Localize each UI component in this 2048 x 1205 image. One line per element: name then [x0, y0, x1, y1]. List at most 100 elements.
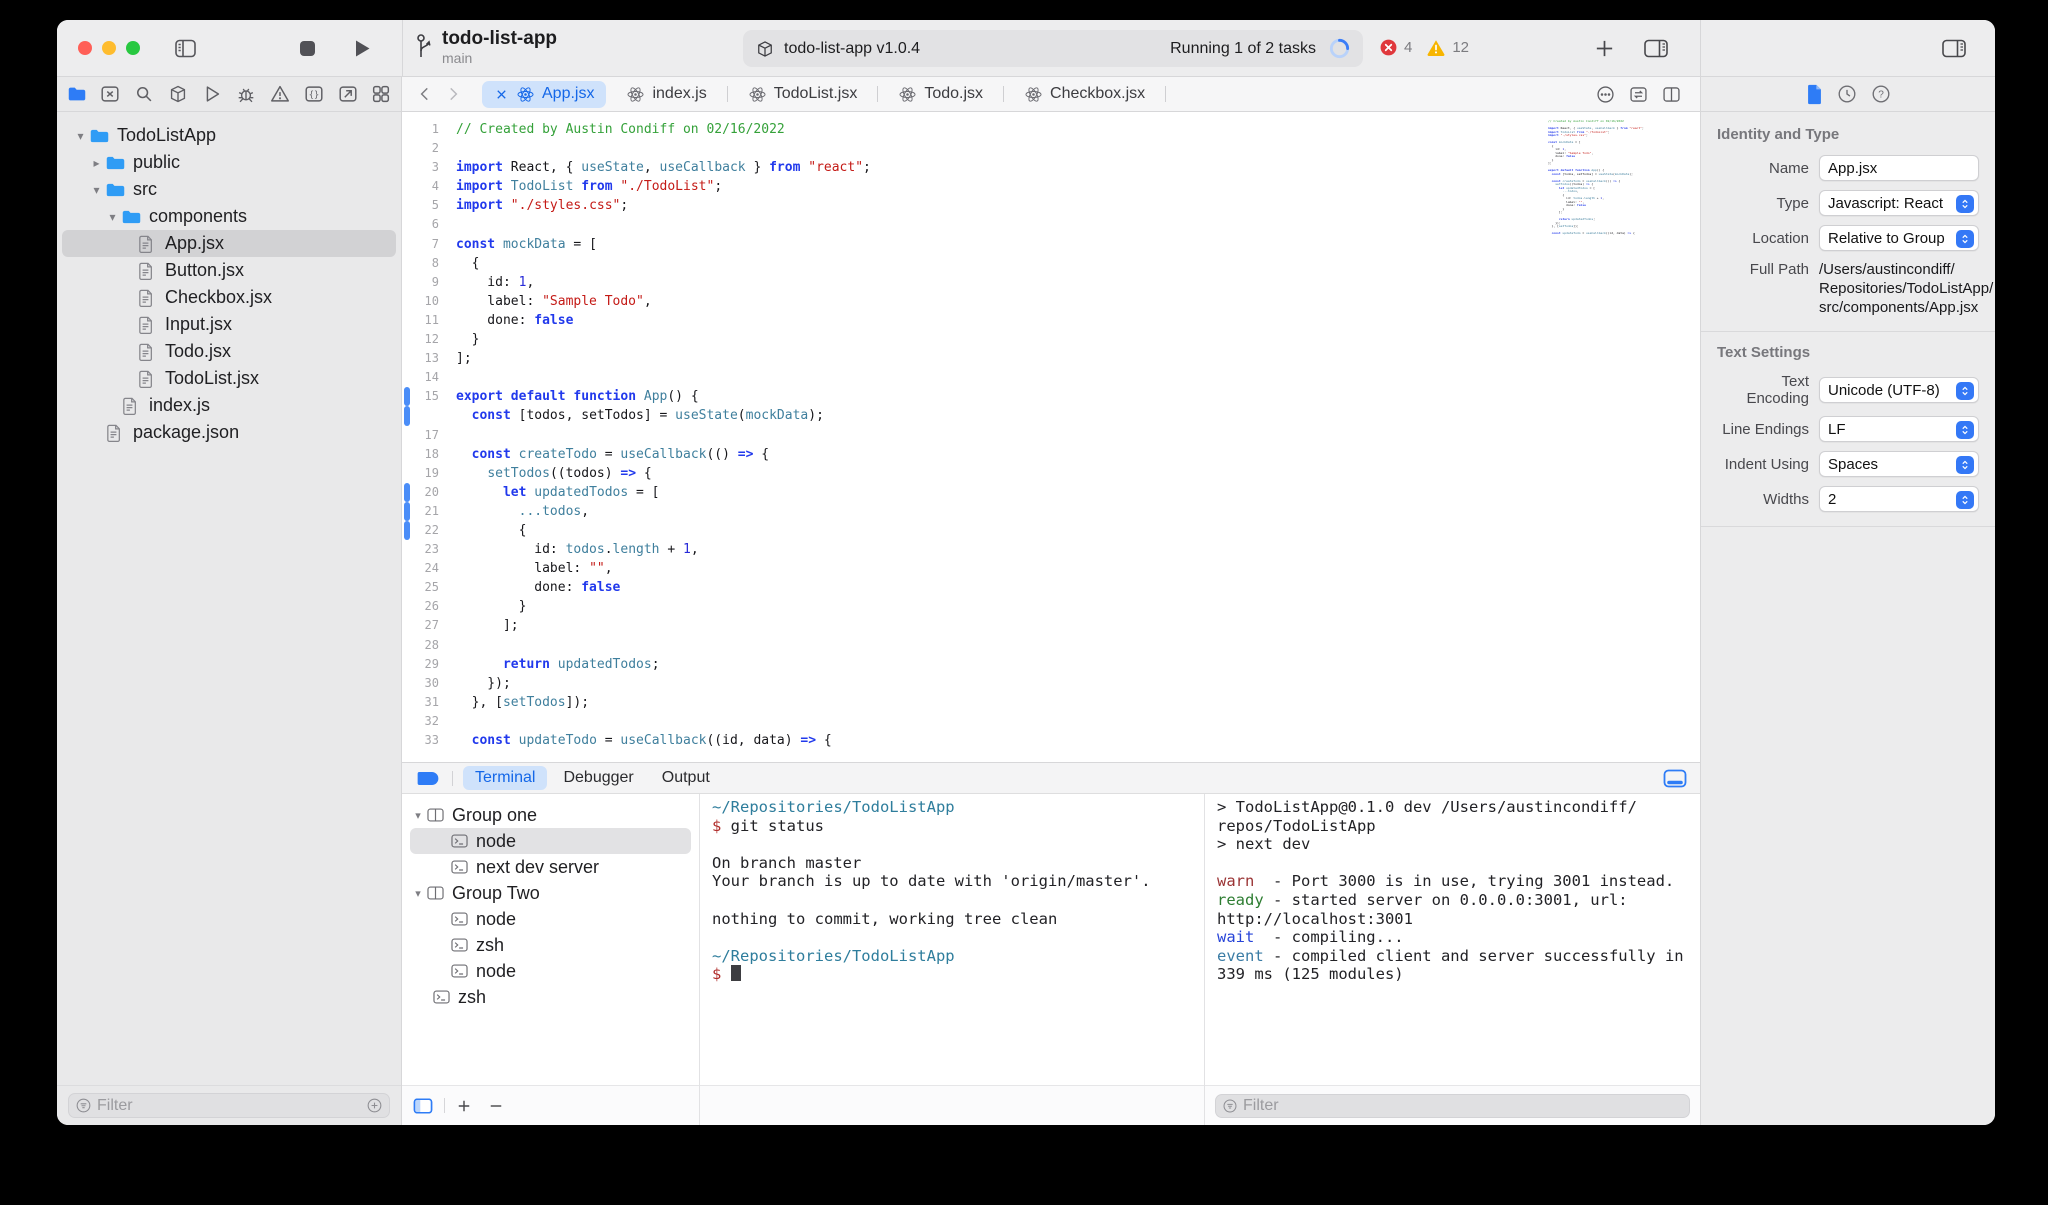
history-inspector-icon[interactable] — [1836, 83, 1858, 105]
add-terminal-icon[interactable] — [455, 1097, 473, 1115]
add-editor-icon[interactable] — [1593, 37, 1616, 60]
terminal-session-zsh[interactable]: zsh — [410, 932, 691, 958]
token: [todos, setTodos] = — [510, 408, 676, 424]
chevron-down-icon[interactable]: ▾ — [88, 183, 105, 197]
tab-checkbox.jsx[interactable]: Checkbox.jsx — [1008, 81, 1161, 108]
location-dropdown[interactable]: Relative to Group — [1819, 225, 1979, 251]
package-navigator-icon[interactable] — [167, 83, 190, 106]
chevron-down-icon[interactable]: ▾ — [410, 809, 426, 822]
widths-stepper[interactable]: 2 — [1819, 486, 1979, 512]
project-navigator-icon[interactable] — [65, 83, 88, 106]
more-options-icon[interactable] — [1595, 84, 1616, 105]
terminal-mid-footer — [700, 1085, 1204, 1125]
code-text: const mockData = [ — [448, 235, 597, 254]
chevron-down-icon[interactable]: ▾ — [104, 210, 121, 224]
terminal-session-node[interactable]: node — [410, 906, 691, 932]
code-text: done: false — [448, 578, 620, 597]
tab-app.jsx[interactable]: App.jsx — [482, 80, 607, 108]
terminal-session-next-dev-server[interactable]: next dev server — [410, 854, 691, 880]
encoding-dropdown[interactable]: Unicode (UTF-8) — [1819, 377, 1979, 403]
terminal-filter-input[interactable] — [1243, 1096, 1683, 1115]
maximize-panel-icon[interactable] — [1662, 768, 1688, 789]
symbols-icon[interactable]: {} — [302, 83, 325, 106]
navigate-forward-icon[interactable] — [444, 85, 462, 103]
close-window-button[interactable] — [78, 41, 92, 55]
source-control-icon[interactable] — [99, 83, 122, 106]
swap-editor-icon[interactable] — [1628, 84, 1649, 105]
code-text: import TodoList from "./TodoList"; — [448, 177, 722, 196]
tab-todolist.jsx[interactable]: TodoList.jsx — [732, 81, 874, 108]
utility-tab-terminal[interactable]: Terminal — [463, 766, 548, 790]
toggle-inspector-icon[interactable] — [1941, 38, 1967, 59]
reports-icon[interactable] — [336, 83, 359, 106]
file-tree-item[interactable]: index.js — [62, 392, 396, 419]
chevron-down-icon[interactable]: ▾ — [72, 129, 89, 143]
file-tree-item[interactable]: Checkbox.jsx — [62, 284, 396, 311]
file-tree-item[interactable]: Input.jsx — [62, 311, 396, 338]
toggle-session-list-icon[interactable] — [412, 1097, 434, 1115]
utility-tab-output[interactable]: Output — [650, 766, 722, 790]
minimize-window-button[interactable] — [102, 41, 116, 55]
file-tree-item[interactable]: Todo.jsx — [62, 338, 396, 365]
file-tree-item[interactable]: ▾ TodoListApp — [62, 122, 396, 149]
add-filter-icon[interactable] — [366, 1097, 383, 1114]
token: , — [690, 542, 699, 558]
split-editor-icon[interactable] — [1661, 84, 1682, 105]
file-tree-item[interactable]: package.json — [62, 419, 396, 446]
code-line: 19 setTodos((todos) => { — [402, 464, 1700, 483]
issues-icon[interactable] — [268, 83, 291, 106]
status-bar[interactable]: todo-list-app v1.0.4 Running 1 of 2 task… — [743, 30, 1363, 67]
drawer-tag-icon[interactable] — [414, 769, 442, 788]
session-label: zsh — [476, 934, 505, 955]
file-tree-item[interactable]: App.jsx — [62, 230, 396, 257]
type-dropdown[interactable]: Javascript: React — [1819, 190, 1979, 216]
tab-todo.jsx[interactable]: Todo.jsx — [882, 81, 999, 108]
name-field[interactable]: App.jsx — [1819, 155, 1979, 181]
code-editor[interactable]: 1 // Created by Austin Condiff on 02/16/2… — [402, 112, 1700, 762]
terminal-token: nothing to commit, working tree clean — [712, 909, 1058, 928]
utility-tab-debugger[interactable]: Debugger — [551, 766, 645, 790]
zoom-window-button[interactable] — [126, 41, 140, 55]
stop-button[interactable] — [299, 40, 316, 57]
terminal-session-node[interactable]: node — [410, 828, 691, 854]
remove-terminal-icon[interactable] — [487, 1097, 505, 1115]
file-icon — [105, 423, 131, 443]
help-inspector-icon[interactable]: ? — [1870, 83, 1892, 105]
run-navigator-icon[interactable] — [201, 83, 224, 106]
file-tree-item[interactable]: ▸ public — [62, 149, 396, 176]
line-number: 24 — [424, 561, 439, 576]
terminal-filter-field[interactable] — [1215, 1093, 1690, 1118]
search-icon[interactable] — [133, 83, 156, 106]
terminal-session-zsh[interactable]: zsh — [410, 984, 691, 1010]
terminal-group-group-one[interactable]: ▾ Group one — [410, 802, 691, 828]
terminal-pane-right[interactable]: > TodoListApp@0.1.0 dev /Users/austincon… — [1205, 794, 1700, 1125]
extensions-grid-icon[interactable] — [370, 83, 393, 106]
tab-index.js[interactable]: index.js — [610, 81, 722, 108]
close-tab-icon[interactable] — [494, 87, 509, 102]
run-button[interactable] — [353, 38, 372, 59]
line-endings-dropdown[interactable]: LF — [1819, 416, 1979, 442]
toggle-sidebar-icon[interactable] — [173, 38, 198, 59]
toggle-right-panel-icon[interactable] — [1643, 38, 1669, 59]
file-tree-item[interactable]: ▾ src — [62, 176, 396, 203]
terminal-session-node[interactable]: node — [410, 958, 691, 984]
terminal-pane-left[interactable]: ~/Repositories/TodoListApp $ git status On… — [700, 794, 1205, 1125]
navigator-filter-field[interactable] — [68, 1093, 390, 1118]
file-tree-item[interactable]: Button.jsx — [62, 257, 396, 284]
navigator-filter-input[interactable] — [97, 1096, 361, 1115]
file-tree-item[interactable]: ▾ components — [62, 203, 396, 230]
bug-icon[interactable] — [234, 83, 257, 106]
indent-using-dropdown[interactable]: Spaces — [1819, 451, 1979, 477]
project-header[interactable]: todo-list-app main — [413, 27, 557, 67]
file-inspector-icon[interactable] — [1805, 83, 1824, 105]
line-number: 5 — [431, 198, 439, 213]
file-tree-item[interactable]: TodoList.jsx — [62, 365, 396, 392]
terminal-line: nothing to commit, working tree clean — [712, 910, 1192, 929]
minimap[interactable]: // Created by Austin Condiff on 02/16/20… — [1548, 120, 1648, 236]
chevron-right-icon[interactable]: ▸ — [88, 156, 105, 170]
chevron-down-icon[interactable]: ▾ — [410, 887, 426, 900]
navigate-back-icon[interactable] — [416, 85, 434, 103]
token: from — [769, 160, 801, 176]
terminal-group-group-two[interactable]: ▾ Group Two — [410, 880, 691, 906]
issue-badges[interactable]: 4 12 — [1379, 38, 1477, 57]
